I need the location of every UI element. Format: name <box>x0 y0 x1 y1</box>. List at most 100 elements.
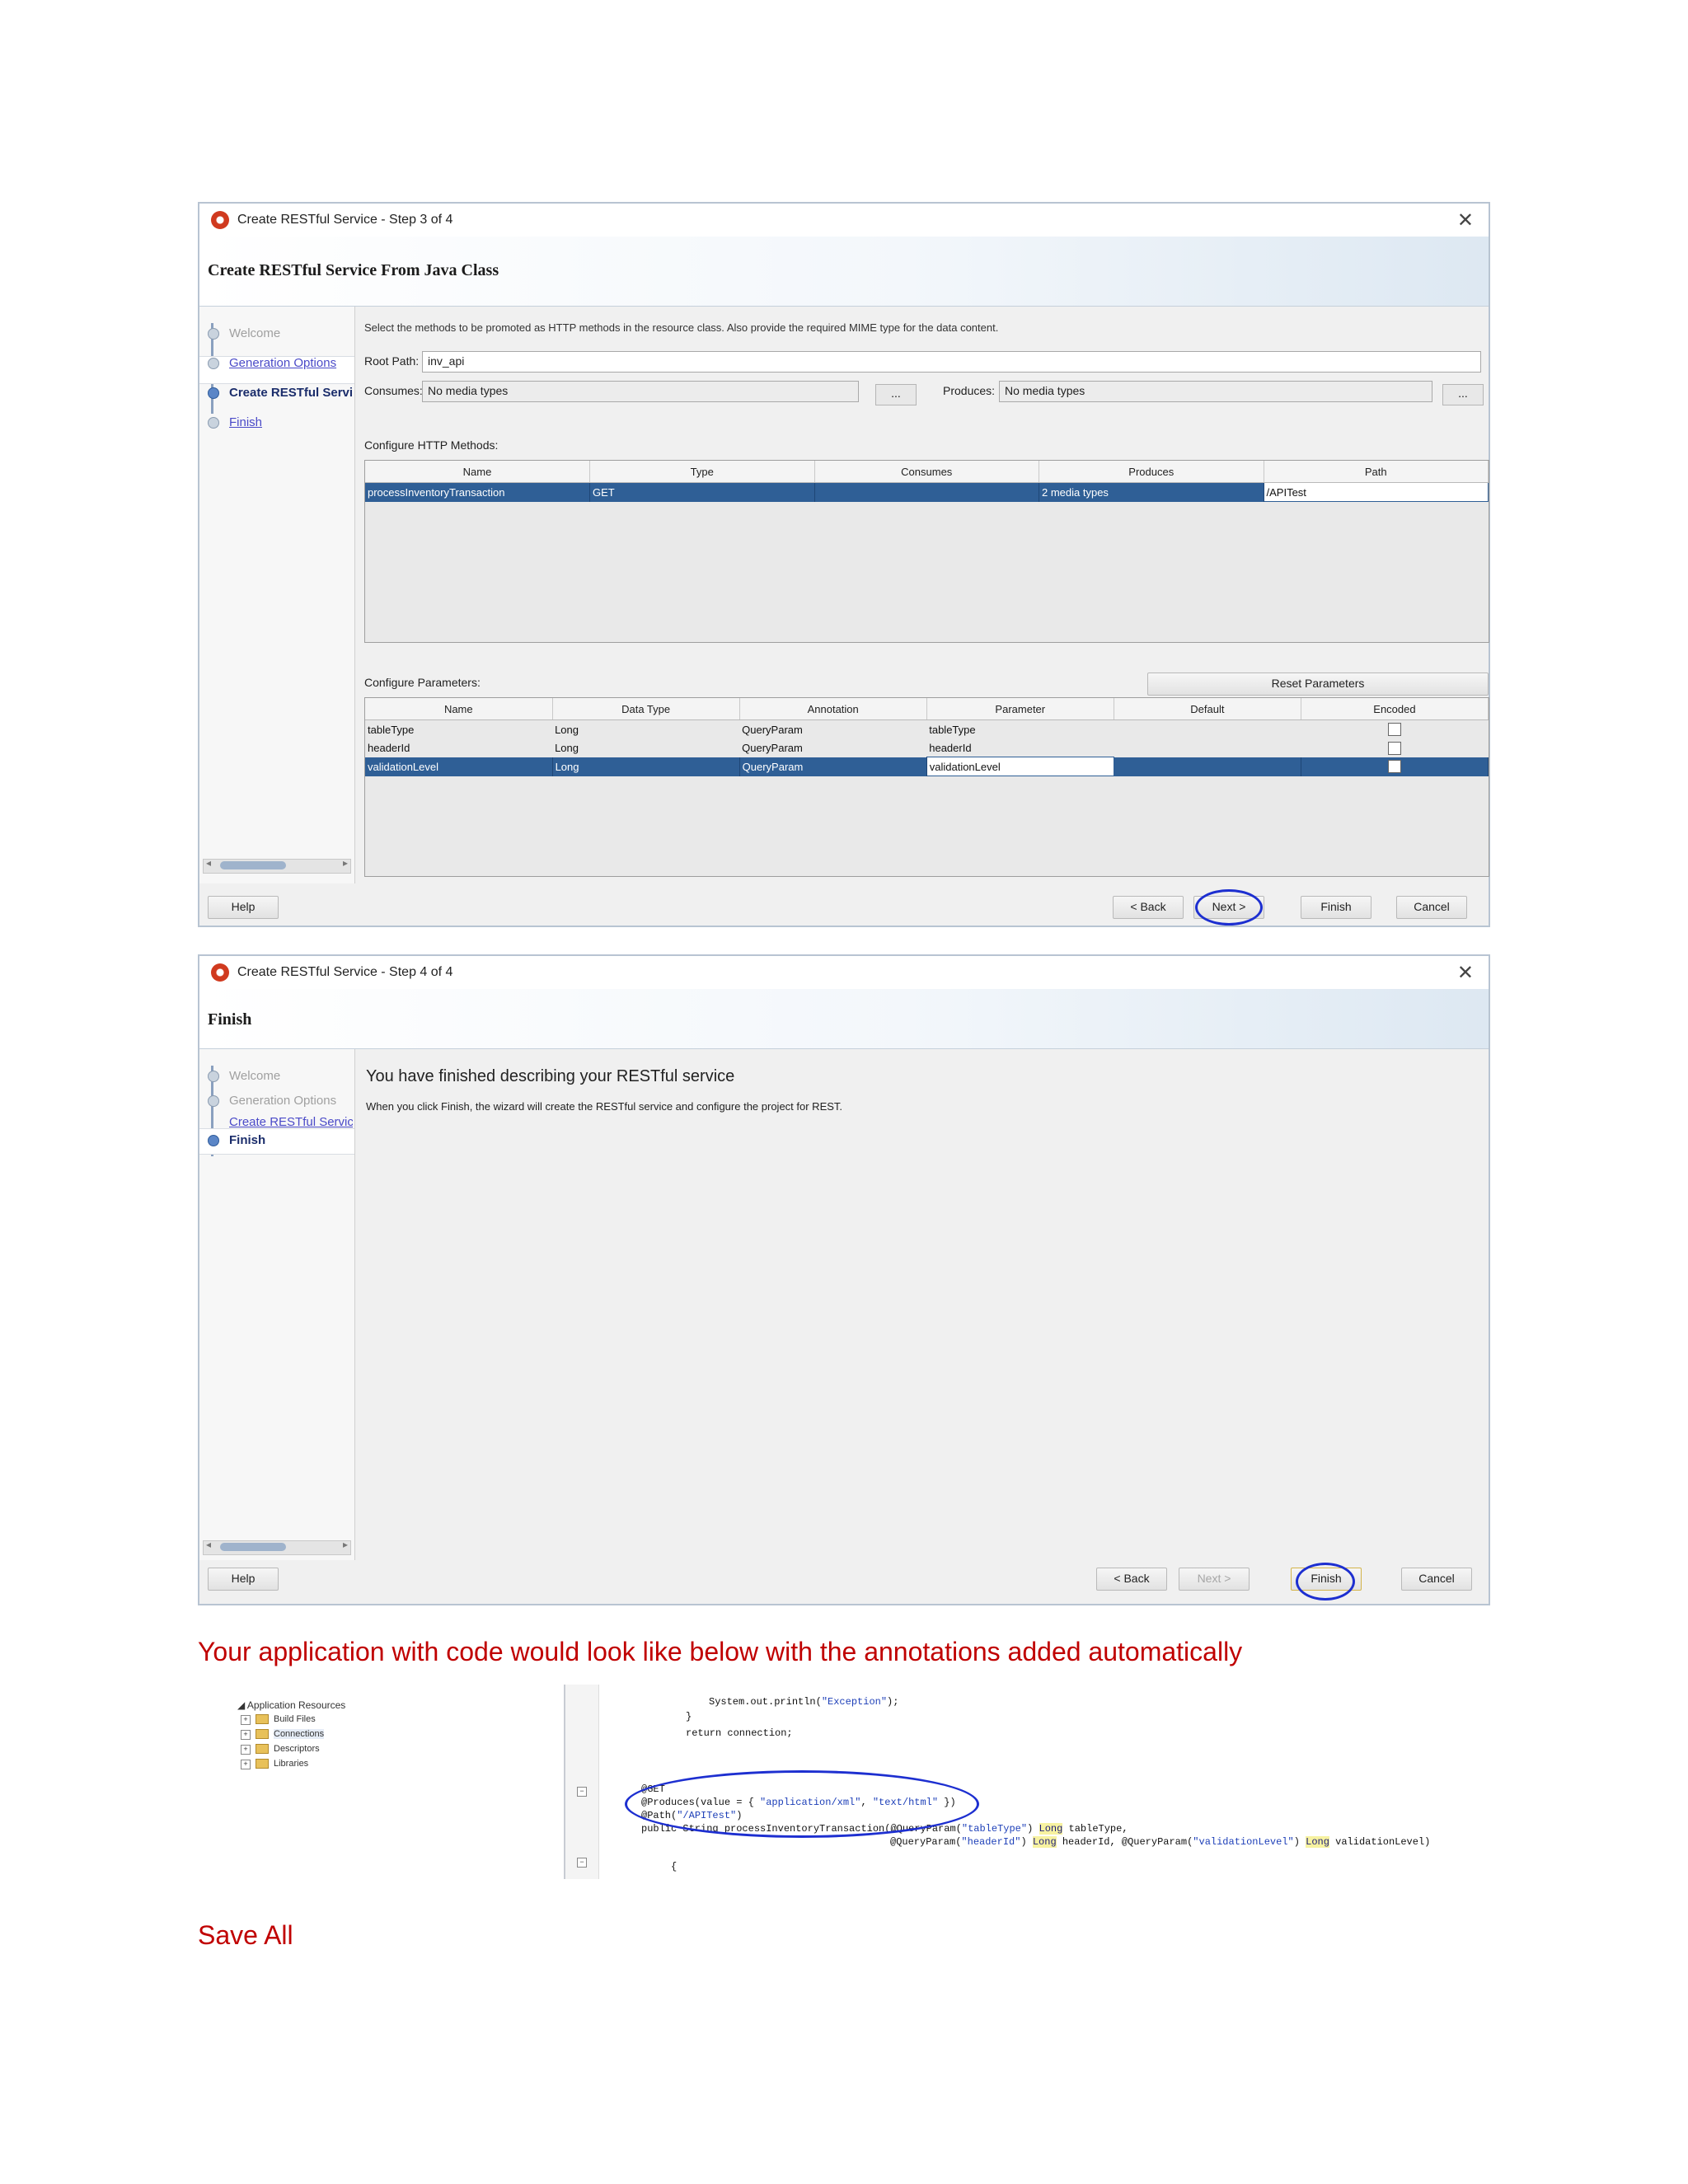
param-type-cell[interactable]: Long <box>552 738 739 757</box>
col-encoded[interactable]: Encoded <box>1301 698 1489 720</box>
param-annotation-cell[interactable]: QueryParam <box>739 757 927 776</box>
wizard-banner: Finish <box>199 989 1489 1049</box>
finish-button[interactable]: Finish <box>1301 896 1372 919</box>
method-name-cell[interactable]: processInventoryTransaction <box>365 482 590 502</box>
scroll-right-icon[interactable]: ▸ <box>343 1539 348 1550</box>
step-finish[interactable]: Finish <box>208 415 353 429</box>
help-button[interactable]: Help <box>208 896 279 919</box>
col-param-name[interactable]: Name <box>365 698 553 720</box>
title-bar: Create RESTful Service - Step 4 of 4 ✕ <box>199 956 1489 989</box>
param-type-cell[interactable]: Long <box>552 720 739 739</box>
table-row[interactable]: validationLevel Long QueryParam validati… <box>365 757 1489 776</box>
table-row[interactable]: tableType Long QueryParam tableType <box>365 720 1489 739</box>
params-label: Configure Parameters: <box>364 676 481 689</box>
code-caption: Your application with code would look li… <box>198 1637 1243 1666</box>
scroll-thumb[interactable] <box>220 1543 286 1551</box>
back-button[interactable]: < Back <box>1096 1568 1167 1591</box>
scroll-left-icon[interactable]: ◂ <box>206 857 211 869</box>
col-consumes[interactable]: Consumes <box>814 461 1039 483</box>
wizard-banner: Create RESTful Service From Java Class <box>199 237 1489 307</box>
produces-browse-button[interactable]: ... <box>1442 384 1484 405</box>
encoded-checkbox[interactable] <box>1387 723 1401 737</box>
param-parameter-cell[interactable]: validationLevel <box>926 757 1114 776</box>
consumes-label: Consumes: <box>364 384 423 397</box>
param-annotation-cell[interactable]: QueryParam <box>739 738 926 757</box>
encoded-checkbox[interactable] <box>1387 741 1401 755</box>
help-button[interactable]: Help <box>208 1568 279 1591</box>
cancel-button[interactable]: Cancel <box>1396 896 1467 919</box>
col-parameter[interactable]: Parameter <box>926 698 1114 720</box>
consumes-input[interactable]: No media types <box>422 381 859 402</box>
encoded-checkbox[interactable] <box>1387 760 1401 774</box>
back-button[interactable]: < Back <box>1113 896 1184 919</box>
table-row[interactable]: processInventoryTransaction GET 2 media … <box>365 482 1489 502</box>
col-type[interactable]: Type <box>589 461 815 483</box>
window-title: Create RESTful Service - Step 3 of 4 <box>237 213 453 227</box>
param-encoded-cell[interactable] <box>1301 757 1489 776</box>
param-name-cell[interactable]: tableType <box>365 720 552 739</box>
root-path-label: Root Path: <box>364 354 420 368</box>
scroll-right-icon[interactable]: ▸ <box>343 857 348 869</box>
window-title: Create RESTful Service - Step 4 of 4 <box>237 965 453 979</box>
scroll-left-icon[interactable]: ◂ <box>206 1539 211 1550</box>
app-icon <box>211 211 229 229</box>
folder-icon <box>256 1714 269 1725</box>
produces-input[interactable]: No media types <box>999 381 1432 402</box>
fold-toggle-icon[interactable]: − <box>577 1787 587 1797</box>
col-data-type[interactable]: Data Type <box>552 698 740 720</box>
step-create-restful-service: Create RESTful Servi <box>208 386 353 400</box>
param-default-cell[interactable] <box>1114 757 1301 776</box>
step-generation-options[interactable]: Generation Options <box>208 356 353 370</box>
param-name-cell[interactable]: headerId <box>365 738 552 757</box>
col-produces[interactable]: Produces <box>1039 461 1264 483</box>
code-editor[interactable]: − − System.out.println("Exception"); } r… <box>564 1685 1456 1879</box>
editor-gutter: − − <box>565 1685 599 1879</box>
param-annotation-cell[interactable]: QueryParam <box>739 720 926 739</box>
cancel-button[interactable]: Cancel <box>1401 1568 1472 1591</box>
root-path-input[interactable]: inv_api <box>422 351 1481 373</box>
step-create-restful-service[interactable]: Create RESTful Service f <box>208 1115 353 1129</box>
finish-body-text: When you click Finish, the wizard will c… <box>366 1100 843 1113</box>
scroll-thumb[interactable] <box>220 861 286 869</box>
col-default[interactable]: Default <box>1114 698 1301 720</box>
tree-item-connections[interactable]: + Connections <box>241 1729 325 1740</box>
step-generation-options: Generation Options <box>208 1094 353 1108</box>
code-line: { <box>671 1861 678 1872</box>
col-name[interactable]: Name <box>365 461 590 483</box>
param-parameter-cell[interactable]: headerId <box>926 738 1114 757</box>
tree-item-libraries[interactable]: + Libraries <box>241 1759 308 1769</box>
close-icon[interactable]: ✕ <box>1457 209 1474 232</box>
col-annotation[interactable]: Annotation <box>739 698 927 720</box>
consumes-browse-button[interactable]: ... <box>875 384 917 405</box>
sidebar-scrollbar[interactable]: ◂ ▸ <box>203 1539 351 1555</box>
fold-toggle-icon[interactable]: − <box>577 1858 587 1868</box>
method-produces-cell[interactable]: 2 media types <box>1039 482 1264 502</box>
step-welcome: Welcome <box>208 326 353 340</box>
sidebar-scrollbar[interactable]: ◂ ▸ <box>203 857 351 874</box>
table-row[interactable]: headerId Long QueryParam headerId <box>365 738 1489 757</box>
tree-item-descriptors[interactable]: + Descriptors <box>241 1744 320 1755</box>
wizard-steps-sidebar: Welcome Generation Options Create RESTfu… <box>199 307 355 883</box>
app-icon <box>211 963 229 982</box>
param-default-cell[interactable] <box>1114 738 1301 757</box>
param-type-cell[interactable]: Long <box>552 757 740 776</box>
close-icon[interactable]: ✕ <box>1457 961 1474 985</box>
param-parameter-cell[interactable]: tableType <box>926 720 1114 739</box>
step-finish: Finish <box>208 1133 353 1147</box>
param-default-cell[interactable] <box>1114 720 1301 739</box>
method-consumes-cell[interactable] <box>814 482 1039 502</box>
annotations-highlight-circle <box>625 1770 979 1838</box>
param-encoded-cell[interactable] <box>1301 720 1488 739</box>
method-path-cell[interactable]: /APITest <box>1263 482 1489 502</box>
param-name-cell[interactable]: validationLevel <box>365 757 553 776</box>
method-type-cell[interactable]: GET <box>589 482 815 502</box>
banner-title: Create RESTful Service From Java Class <box>208 261 499 279</box>
tree-root[interactable]: ◢ Application Resources <box>237 1699 345 1711</box>
col-path[interactable]: Path <box>1264 461 1489 483</box>
next-highlight-circle <box>1195 889 1263 926</box>
restful-wizard-step4-dialog: Create RESTful Service - Step 4 of 4 ✕ F… <box>198 954 1490 1605</box>
param-encoded-cell[interactable] <box>1301 738 1488 757</box>
reset-parameters-button[interactable]: Reset Parameters <box>1147 673 1489 696</box>
http-methods-table: Name Type Consumes Produces Path process… <box>364 460 1489 643</box>
tree-item-build-files[interactable]: + Build Files <box>241 1714 316 1725</box>
